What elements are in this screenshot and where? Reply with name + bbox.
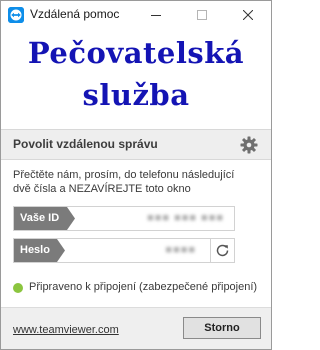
password-field: Heslo ■■■■ (13, 238, 235, 263)
teamviewer-quicksupport-window: Vzdálená pomoc Pečovatelská služba Povol… (0, 0, 272, 350)
refresh-password-button[interactable] (210, 239, 234, 262)
partner-id-label: Vaše ID (14, 207, 75, 230)
window-title: Vzdálená pomoc (30, 7, 120, 21)
maximize-button[interactable] (179, 1, 225, 29)
close-button[interactable] (225, 1, 271, 29)
partner-id-value[interactable]: ■■■ ■■■ ■■■ (147, 207, 224, 230)
status-text: Připraveno k připojení (zabezpečené přip… (29, 281, 258, 293)
status-indicator-dot (13, 283, 23, 293)
cancel-button[interactable]: Storno (183, 317, 261, 339)
gear-icon[interactable] (240, 136, 258, 154)
instructions-line-1: Přečtěte nám, prosím, do telefonu násled… (13, 169, 235, 181)
instructions-text: Přečtěte nám, prosím, do telefonu násled… (13, 168, 263, 196)
instructions-line-2: dvě čísla a NEZAVÍREJTE toto okno (13, 183, 191, 195)
custom-logo-banner: Pečovatelská služba (1, 29, 271, 127)
banner-line-2: služba (82, 78, 190, 112)
password-label: Heslo (14, 239, 65, 262)
refresh-icon (216, 244, 229, 257)
partner-id-field: Vaše ID ■■■ ■■■ ■■■ (13, 206, 235, 231)
section-header: Povolit vzdálenou správu (1, 129, 271, 160)
footer-bar: www.teamviewer.com Storno (1, 307, 271, 349)
minimize-button[interactable] (133, 1, 179, 29)
maximize-icon (197, 10, 207, 20)
banner-line-1: Pečovatelská (27, 36, 245, 70)
teamviewer-logo-icon (8, 7, 24, 23)
close-icon (243, 10, 253, 20)
password-value[interactable]: ■■■■ (165, 239, 196, 262)
teamviewer-website-link[interactable]: www.teamviewer.com (13, 324, 119, 336)
title-bar[interactable]: Vzdálená pomoc (1, 1, 271, 29)
minimize-icon (151, 10, 161, 20)
section-title: Povolit vzdálenou správu (13, 137, 158, 151)
